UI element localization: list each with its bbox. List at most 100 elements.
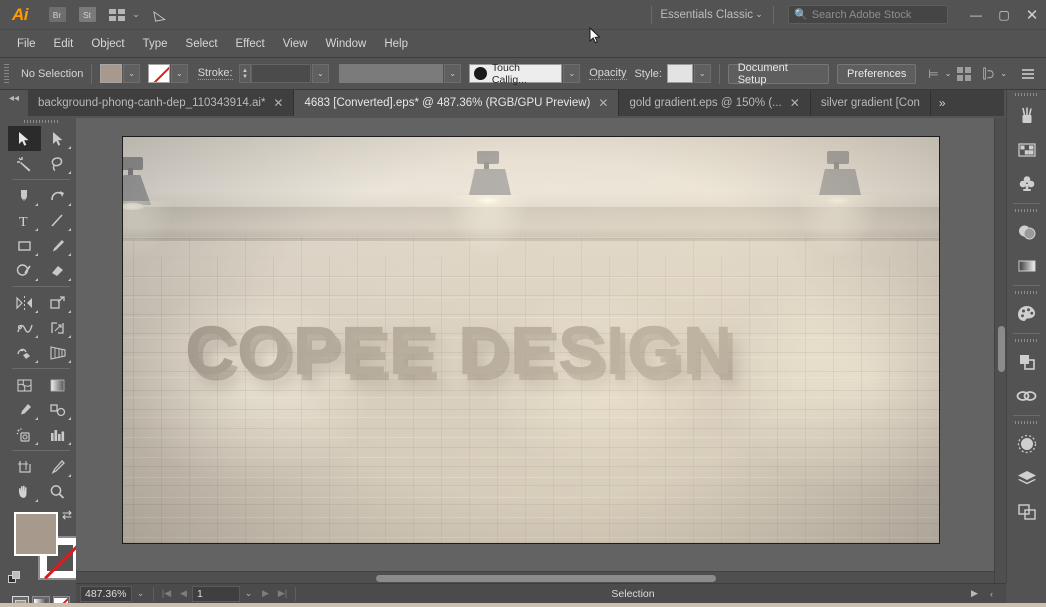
mesh-tool[interactable] bbox=[8, 372, 41, 397]
artboard-chevron-down-icon[interactable]: ⌄ bbox=[240, 586, 257, 602]
preferences-button[interactable]: Preferences bbox=[837, 63, 917, 84]
artboards-panel-icon[interactable] bbox=[1007, 495, 1046, 529]
width-tool[interactable] bbox=[8, 315, 41, 340]
links-panel-icon[interactable] bbox=[1007, 379, 1046, 413]
tools-panel-grip[interactable] bbox=[8, 118, 74, 126]
menu-window[interactable]: Window bbox=[316, 35, 375, 53]
eraser-tool[interactable] bbox=[41, 258, 74, 283]
perspective-grid-tool[interactable] bbox=[41, 340, 74, 365]
dock-grip[interactable] bbox=[1007, 90, 1046, 99]
last-artboard-button[interactable]: ▶| bbox=[274, 586, 291, 602]
stock-badge-icon[interactable]: St bbox=[74, 4, 100, 26]
appearance-panel-icon[interactable] bbox=[1007, 427, 1046, 461]
zoom-tool[interactable] bbox=[41, 479, 74, 504]
boat-icon[interactable]: ◺ bbox=[146, 4, 172, 26]
pen-tool[interactable] bbox=[8, 183, 41, 208]
stroke-weight-chevron-down-icon[interactable]: ⌄ bbox=[312, 64, 329, 83]
document-tab-gold-gradient[interactable]: gold gradient.eps @ 150% (... ✕ bbox=[619, 90, 811, 116]
stroke-color-swatch[interactable] bbox=[148, 64, 170, 83]
direct-selection-tool[interactable] bbox=[41, 126, 74, 151]
artboard[interactable]: COPEE DESIGN bbox=[122, 136, 940, 544]
close-button[interactable]: ✕ bbox=[1018, 1, 1046, 29]
stock-search-input[interactable]: 🔍 Search Adobe Stock bbox=[788, 5, 948, 24]
panel-collapse-icon[interactable]: ◂◂ bbox=[0, 90, 28, 116]
stroke-weight-stepper[interactable]: ▲ ▼ bbox=[238, 64, 252, 83]
selection-tool[interactable] bbox=[8, 126, 41, 151]
status-play-icon[interactable]: ▶ bbox=[966, 586, 983, 602]
chevron-down-icon[interactable]: ⌄ bbox=[130, 9, 142, 20]
dock-grip[interactable] bbox=[1007, 288, 1046, 297]
color-panel-icon[interactable] bbox=[1007, 297, 1046, 331]
close-icon[interactable]: ✕ bbox=[273, 96, 283, 110]
layers-panel-icon[interactable] bbox=[1007, 461, 1046, 495]
arrange-grid-icon[interactable] bbox=[956, 66, 971, 81]
menu-view[interactable]: View bbox=[274, 35, 317, 53]
minimize-button[interactable]: — bbox=[962, 1, 990, 29]
canvas-area[interactable]: COPEE DESIGN bbox=[76, 118, 1006, 583]
menu-edit[interactable]: Edit bbox=[45, 35, 83, 53]
previous-artboard-button[interactable]: ◀ bbox=[175, 586, 192, 602]
zoom-chevron-down-icon[interactable]: ⌄ bbox=[132, 586, 149, 602]
style-chevron-down-icon[interactable]: ⌄ bbox=[693, 64, 711, 83]
menu-effect[interactable]: Effect bbox=[227, 35, 274, 53]
slice-tool[interactable] bbox=[41, 454, 74, 479]
pathfinder-panel-icon[interactable] bbox=[1007, 345, 1046, 379]
artboard-tool[interactable] bbox=[8, 454, 41, 479]
magic-wand-tool[interactable] bbox=[8, 151, 41, 176]
menu-object[interactable]: Object bbox=[82, 35, 133, 53]
control-bar-grip[interactable] bbox=[4, 63, 14, 84]
transform-chevron-down-icon[interactable]: ⌄ bbox=[995, 64, 1012, 83]
maximize-button[interactable]: ▢ bbox=[990, 1, 1018, 29]
opacity-label[interactable]: Opacity bbox=[589, 67, 627, 80]
gradient-tool[interactable] bbox=[41, 372, 74, 397]
scroll-thumb[interactable] bbox=[376, 575, 716, 582]
menu-select[interactable]: Select bbox=[177, 35, 227, 53]
lasso-tool[interactable] bbox=[41, 151, 74, 176]
close-icon[interactable]: ✕ bbox=[790, 96, 800, 110]
status-collapse-icon[interactable]: ‹ bbox=[983, 586, 1000, 602]
scale-tool[interactable] bbox=[41, 290, 74, 315]
blend-tool[interactable] bbox=[41, 397, 74, 422]
swatches-panel-icon[interactable] bbox=[1007, 133, 1046, 167]
transform-panel-icon[interactable]: ⫿⊃ bbox=[983, 66, 995, 82]
workspace-switcher-label[interactable]: Essentials Classic bbox=[660, 9, 753, 21]
transparency-panel-icon[interactable] bbox=[1007, 215, 1046, 249]
graphic-style-swatch[interactable] bbox=[666, 64, 693, 83]
fill-color-swatch[interactable] bbox=[100, 64, 123, 83]
document-tab-4683-converted[interactable]: 4683 [Converted].eps* @ 487.36% (RGB/GPU… bbox=[294, 90, 620, 116]
symbols-panel-icon[interactable] bbox=[1007, 167, 1046, 201]
default-fill-stroke-icon[interactable] bbox=[8, 571, 21, 584]
paintbrush-tool[interactable] bbox=[41, 233, 74, 258]
menu-file[interactable]: File bbox=[8, 35, 45, 53]
zoom-level-input[interactable]: 487.36% bbox=[80, 585, 132, 602]
first-artboard-button[interactable]: |◀ bbox=[158, 586, 175, 602]
document-setup-button[interactable]: Document Setup bbox=[727, 62, 830, 86]
next-artboard-button[interactable]: ▶ bbox=[257, 586, 274, 602]
scroll-thumb[interactable] bbox=[998, 326, 1005, 372]
workspace-chevron-down-icon[interactable]: ⌄ bbox=[753, 9, 765, 20]
stroke-weight-input[interactable] bbox=[251, 64, 312, 83]
options-list-icon[interactable] bbox=[1022, 68, 1035, 79]
gradient-panel-icon[interactable] bbox=[1007, 249, 1046, 283]
dock-grip[interactable] bbox=[1007, 336, 1046, 345]
fill-chevron-down-icon[interactable]: ⌄ bbox=[123, 64, 141, 83]
tab-overflow-icon[interactable]: » bbox=[931, 90, 954, 116]
type-tool[interactable]: T bbox=[8, 208, 41, 233]
align-to-selection-icon[interactable]: ⊨ bbox=[928, 67, 938, 81]
shape-builder-tool[interactable] bbox=[8, 340, 41, 365]
rectangle-tool[interactable] bbox=[8, 233, 41, 258]
close-icon[interactable]: ✕ bbox=[598, 96, 608, 110]
line-segment-tool[interactable] bbox=[41, 208, 74, 233]
document-tab-background-phong-canh[interactable]: background-phong-canh-dep_110343914.ai* … bbox=[28, 90, 295, 116]
symbol-sprayer-tool[interactable] bbox=[8, 422, 41, 447]
brush-definition-select[interactable]: Touch Callig... bbox=[469, 62, 563, 86]
dock-grip[interactable] bbox=[1007, 418, 1046, 427]
menu-type[interactable]: Type bbox=[134, 35, 177, 53]
shaper-tool[interactable] bbox=[8, 258, 41, 283]
brush-chevron-down-icon[interactable]: ⌄ bbox=[563, 64, 581, 83]
canvas-vertical-scrollbar[interactable] bbox=[994, 118, 1006, 583]
align-chevron-down-icon[interactable]: ⌄ bbox=[940, 64, 957, 83]
curvature-tool[interactable] bbox=[41, 183, 74, 208]
variable-width-profile-select[interactable] bbox=[338, 64, 444, 83]
hand-tool[interactable] bbox=[8, 479, 41, 504]
